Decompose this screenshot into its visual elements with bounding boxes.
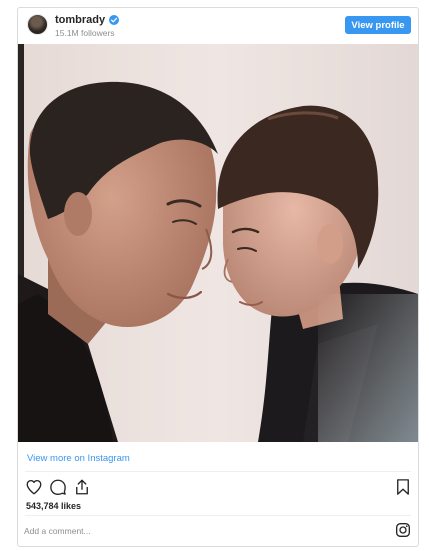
heart-icon[interactable] [25, 478, 43, 496]
comment-icon[interactable] [49, 478, 67, 496]
avatar[interactable] [27, 14, 48, 35]
post-photo[interactable] [18, 44, 418, 442]
view-profile-button[interactable]: View profile [345, 16, 411, 34]
divider [25, 471, 411, 472]
username[interactable]: tombrady [55, 14, 105, 26]
instagram-logo-icon[interactable] [395, 522, 411, 538]
photo-illustration [18, 44, 418, 442]
post-header: tombrady 15.1M followers View profile [18, 8, 418, 44]
likes-count: 543,784 likes [26, 501, 82, 511]
verified-badge-icon [109, 15, 120, 25]
view-more-link[interactable]: View more on Instagram [27, 453, 130, 464]
instagram-embed-card: tombrady 15.1M followers View profile Vi… [17, 7, 419, 547]
comment-input[interactable] [24, 522, 384, 540]
bookmark-icon[interactable] [394, 478, 412, 496]
divider [25, 515, 411, 516]
username-row: tombrady [55, 14, 120, 26]
share-icon[interactable] [73, 478, 91, 496]
followers-count: 15.1M followers [55, 28, 115, 38]
